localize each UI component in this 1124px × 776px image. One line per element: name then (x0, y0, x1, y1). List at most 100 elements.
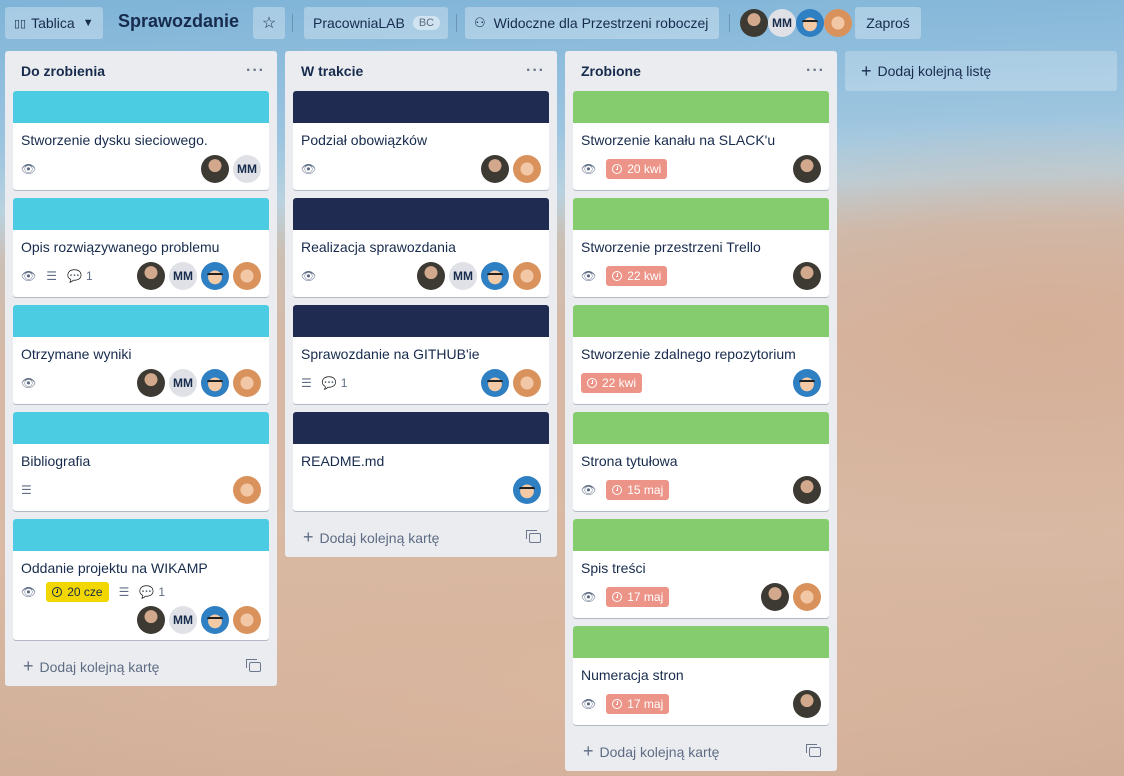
card[interactable]: Otrzymane wyniki 👁 MM (13, 305, 269, 404)
avatar[interactable] (201, 369, 229, 397)
avatar[interactable] (793, 262, 821, 290)
description-icon: ☰ (301, 376, 312, 390)
card-cover (293, 305, 549, 337)
avatar[interactable] (201, 155, 229, 183)
avatar[interactable] (233, 262, 261, 290)
due-date-badge[interactable]: 22 kwi (606, 266, 668, 286)
avatar[interactable] (740, 9, 768, 37)
avatar[interactable] (513, 155, 541, 183)
card-title: Opis rozwiązywanego problemu (21, 239, 220, 255)
card-template-icon[interactable] (526, 530, 541, 543)
avatar[interactable] (824, 9, 852, 37)
watching-eye-icon: 👁 (581, 162, 597, 176)
avatar[interactable] (513, 262, 541, 290)
card[interactable]: Stworzenie dysku sieciowego. 👁 MM (13, 91, 269, 190)
board-view-switcher[interactable]: ▯▯ Tablica ▼ (5, 7, 103, 39)
card-cover (13, 305, 269, 337)
comment-count: 1 (340, 376, 348, 390)
avatar[interactable] (233, 476, 261, 504)
comment-icon: 💬 (321, 376, 337, 390)
avatar[interactable] (481, 155, 509, 183)
watching-eye-icon: 👁 (21, 269, 37, 283)
due-date-badge[interactable]: 20 cze (46, 582, 109, 602)
due-date-badge[interactable]: 20 kwi (606, 159, 668, 179)
card[interactable]: Stworzenie przestrzeni Trello 👁 22 kwi (573, 198, 829, 297)
card[interactable]: Podział obowiązków 👁 (293, 91, 549, 190)
card[interactable]: Bibliografia ☰ (13, 412, 269, 511)
avatar[interactable] (796, 9, 824, 37)
divider (729, 14, 730, 32)
card-cover (293, 412, 549, 444)
due-date: 20 cze (67, 585, 103, 599)
avatar[interactable]: MM (768, 9, 796, 37)
card[interactable]: Spis treści 👁 17 maj (573, 519, 829, 618)
plus-icon: + (23, 656, 34, 676)
add-card-button[interactable]: + Dodaj kolejną kartę (13, 648, 269, 686)
card-title: Oddanie projektu na WIKAMP (21, 560, 208, 576)
card[interactable]: README.md (293, 412, 549, 511)
due-date-badge[interactable]: 15 maj (606, 480, 670, 500)
avatar[interactable]: MM (169, 262, 197, 290)
avatar[interactable] (761, 583, 789, 611)
card[interactable]: Sprawozdanie na GITHUB'ie ☰ 💬 1 (293, 305, 549, 404)
card-cover (13, 519, 269, 551)
avatar[interactable] (513, 369, 541, 397)
avatar[interactable] (201, 606, 229, 634)
avatar[interactable]: MM (169, 606, 197, 634)
card-template-icon[interactable] (246, 659, 261, 672)
avatar[interactable] (233, 606, 261, 634)
list-menu-button[interactable]: ··· (806, 62, 825, 80)
list-title[interactable]: Do zrobienia (21, 63, 105, 79)
watching-eye-icon: 👁 (301, 269, 317, 283)
due-date-badge[interactable]: 17 maj (606, 694, 670, 714)
due-date-badge[interactable]: 17 maj (606, 587, 670, 607)
avatar[interactable] (137, 369, 165, 397)
card[interactable]: Stworzenie zdalnego repozytorium 22 kwi (573, 305, 829, 404)
card[interactable]: Realizacja sprawozdania 👁 MM (293, 198, 549, 297)
avatar[interactable] (201, 262, 229, 290)
card-title: Stworzenie zdalnego repozytorium (581, 346, 796, 362)
card[interactable]: Opis rozwiązywanego problemu 👁 ☰ 💬 1 MM (13, 198, 269, 297)
comment-count: 1 (158, 585, 165, 599)
avatar[interactable] (233, 369, 261, 397)
avatar[interactable] (513, 476, 541, 504)
avatar[interactable] (793, 476, 821, 504)
add-card-button[interactable]: + Dodaj kolejną kartę (293, 519, 549, 557)
card-cover (293, 91, 549, 123)
avatar[interactable] (137, 262, 165, 290)
card-template-icon[interactable] (806, 744, 821, 757)
list-title[interactable]: Zrobione (581, 63, 641, 79)
avatar[interactable] (481, 262, 509, 290)
add-list-button[interactable]: + Dodaj kolejną listę (845, 51, 1117, 91)
card[interactable]: Stworzenie kanału na SLACK'u 👁 20 kwi (573, 91, 829, 190)
invite-button[interactable]: Zaproś (855, 7, 921, 39)
list-header: Do zrobienia ··· (13, 51, 269, 91)
add-list-label: Dodaj kolejną listę (877, 63, 992, 79)
avatar[interactable]: MM (169, 369, 197, 397)
avatar[interactable] (481, 369, 509, 397)
avatar[interactable] (793, 155, 821, 183)
avatar[interactable]: MM (233, 155, 261, 183)
avatar[interactable] (793, 690, 821, 718)
due-date-badge[interactable]: 22 kwi (581, 373, 643, 393)
avatar[interactable] (793, 583, 821, 611)
list-title[interactable]: W trakcie (301, 63, 363, 79)
star-button[interactable]: ☆ (253, 7, 285, 39)
avatar[interactable] (417, 262, 445, 290)
card[interactable]: Strona tytułowa 👁 15 maj (573, 412, 829, 511)
visibility-button[interactable]: ⚇ Widoczne dla Przestrzeni roboczej (465, 7, 719, 39)
due-date: 20 kwi (627, 162, 662, 176)
board-title[interactable]: Sprawozdanie (118, 11, 239, 32)
avatar[interactable]: MM (449, 262, 477, 290)
card[interactable]: Oddanie projektu na WIKAMP 👁 20 cze ☰ 💬 1… (13, 519, 269, 640)
clock-icon (612, 485, 623, 495)
avatar[interactable] (137, 606, 165, 634)
card[interactable]: Numeracja stron 👁 17 maj (573, 626, 829, 725)
comment-icon: 💬 (139, 585, 155, 599)
list-menu-button[interactable]: ··· (246, 62, 265, 80)
avatar[interactable] (793, 369, 821, 397)
card-title: Otrzymane wyniki (21, 346, 132, 362)
list-menu-button[interactable]: ··· (526, 62, 545, 80)
add-card-button[interactable]: + Dodaj kolejną kartę (573, 733, 829, 771)
workspace-button[interactable]: PracowniaLAB BC (304, 7, 448, 39)
